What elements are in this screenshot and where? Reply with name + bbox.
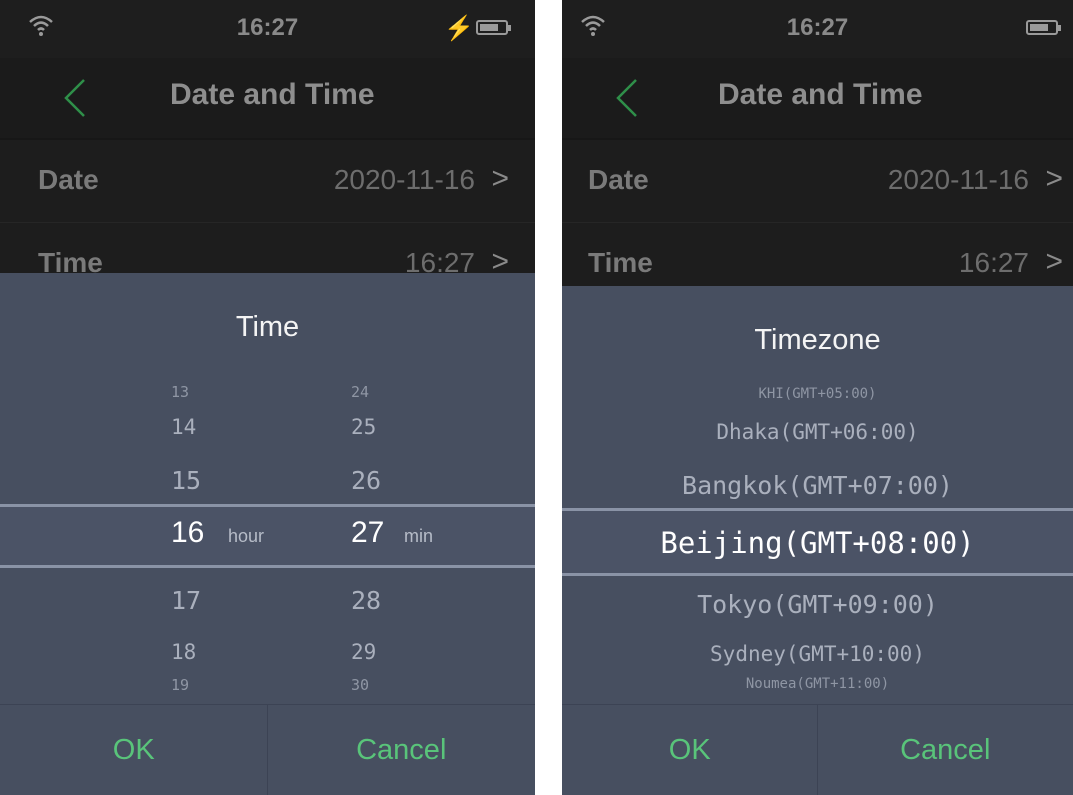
time-picker-screen: 16:27 ⚡ Date and Time Date 2020-11-16 > … — [0, 0, 535, 795]
minute-option[interactable]: 24 — [351, 383, 369, 401]
minute-option[interactable]: 26 — [351, 466, 381, 495]
nav-bar: Date and Time — [0, 58, 535, 138]
dialog-buttons: OK Cancel — [562, 704, 1073, 795]
dialog-buttons: OK Cancel — [0, 704, 535, 795]
status-bar: 16:27 — [562, 0, 1073, 58]
minute-option[interactable]: 25 — [351, 415, 376, 439]
charging-icon: ⚡ — [444, 15, 474, 42]
chevron-right-icon: > — [1045, 245, 1063, 278]
date-label: Date — [588, 164, 649, 195]
nav-bar: Date and Time — [562, 58, 1073, 138]
ok-button[interactable]: OK — [562, 705, 818, 795]
page-title: Date and Time — [170, 78, 375, 111]
cancel-button[interactable]: Cancel — [266, 705, 536, 795]
selection-band — [0, 504, 535, 568]
battery-icon — [476, 20, 511, 35]
timezone-option[interactable]: Tokyo(GMT+09:00) — [562, 590, 1073, 619]
hour-selected[interactable]: 16 — [171, 516, 204, 550]
status-bar: 16:27 ⚡ — [0, 0, 535, 58]
timezone-option[interactable]: KHI(GMT+05:00) — [562, 386, 1073, 402]
timezone-option[interactable]: Dhaka(GMT+06:00) — [562, 420, 1073, 444]
hour-option[interactable]: 13 — [171, 383, 189, 401]
time-picker-sheet: Time 13 14 15 16 hour 17 18 19 24 25 26 … — [0, 273, 535, 795]
hour-option[interactable]: 18 — [171, 640, 196, 664]
hour-option[interactable]: 14 — [171, 415, 196, 439]
minute-selected[interactable]: 27 — [351, 516, 384, 550]
hour-option[interactable]: 17 — [171, 586, 201, 615]
battery-icon — [1026, 20, 1061, 35]
timezone-picker-sheet: Timezone KHI(GMT+05:00) Dhaka(GMT+06:00)… — [562, 286, 1073, 795]
minute-option[interactable]: 29 — [351, 640, 376, 664]
date-value: 2020-11-16 — [887, 164, 1029, 195]
time-label: Time — [588, 247, 653, 278]
chevron-right-icon: > — [1045, 162, 1063, 195]
back-arrow-icon[interactable] — [54, 76, 94, 120]
status-time: 16:27 — [786, 14, 849, 41]
timezone-option[interactable]: Bangkok(GMT+07:00) — [562, 471, 1073, 500]
timezone-picker-screen: 16:27 Date and Time Date 2020-11-16 > Ti… — [562, 0, 1073, 795]
hour-option[interactable]: 19 — [171, 676, 189, 694]
minute-option[interactable]: 30 — [351, 676, 369, 694]
back-arrow-icon[interactable] — [606, 76, 646, 120]
date-value: 2020-11-16 — [333, 164, 475, 195]
hour-unit-label: hour — [228, 526, 265, 546]
timezone-option[interactable]: Noumea(GMT+11:00) — [562, 676, 1073, 692]
minute-option[interactable]: 28 — [351, 586, 381, 615]
date-row[interactable]: Date 2020-11-16 > — [562, 140, 1073, 223]
minute-unit-label: min — [404, 526, 434, 546]
cancel-button[interactable]: Cancel — [816, 705, 1073, 795]
page-title: Date and Time — [718, 78, 923, 111]
time-value: 16:27 — [958, 247, 1029, 278]
chevron-right-icon: > — [491, 162, 509, 195]
timezone-option[interactable]: Sydney(GMT+10:00) — [562, 642, 1073, 666]
date-label: Date — [38, 164, 99, 195]
date-row[interactable]: Date 2020-11-16 > — [0, 140, 535, 223]
ok-button[interactable]: OK — [0, 705, 268, 795]
hour-option[interactable]: 15 — [171, 466, 201, 495]
timezone-selected[interactable]: Beijing(GMT+08:00) — [562, 526, 1073, 560]
sheet-title: Time — [235, 311, 300, 343]
sheet-title: Timezone — [754, 324, 881, 356]
